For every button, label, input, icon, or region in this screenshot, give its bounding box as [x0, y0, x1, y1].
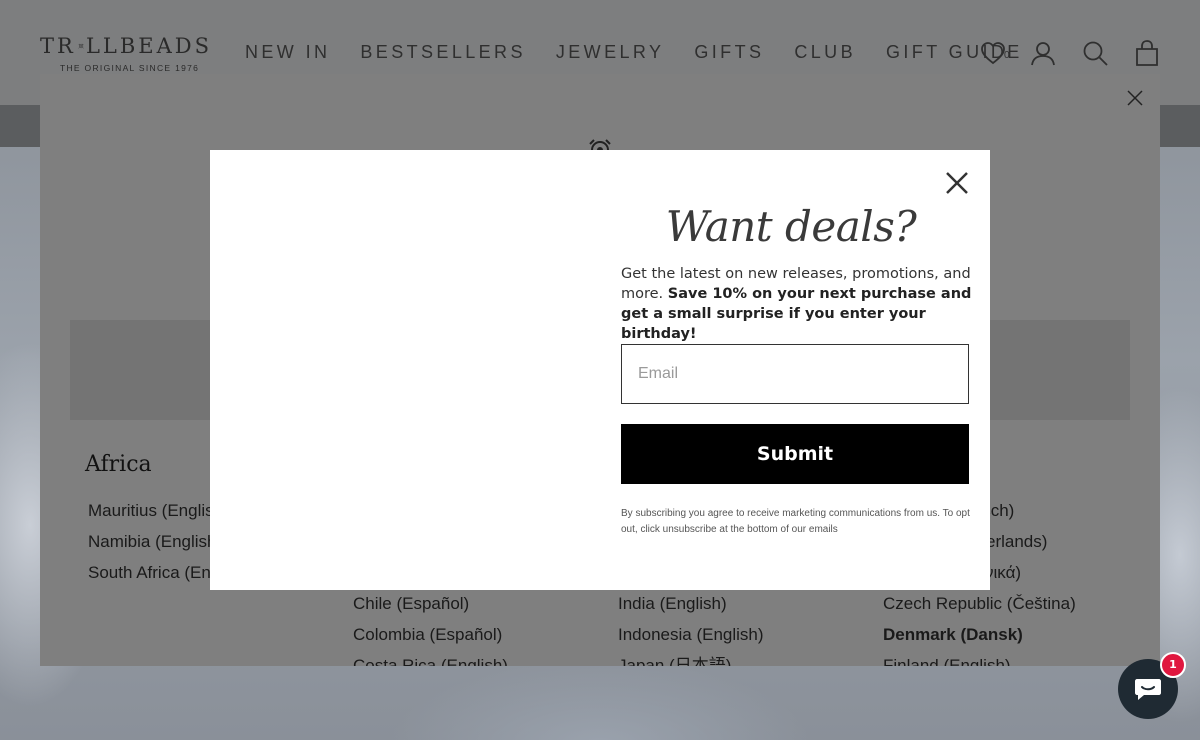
country-link[interactable]: Czech Republic (Čeština): [883, 593, 1076, 624]
brand-name-left: TR: [40, 34, 76, 58]
country-link[interactable]: Japan (日本語): [618, 655, 764, 666]
region-heading-africa: Africa: [85, 452, 152, 477]
brand-logo[interactable]: TR LLBEADS THE ORIGINAL SINCE 1976: [40, 34, 212, 74]
search-icon[interactable]: [1081, 39, 1109, 67]
popup-description-bold: Save 10% on your next purchase and get a…: [621, 286, 972, 342]
heart-icon[interactable]: [979, 39, 1007, 67]
popup-description: Get the latest on new releases, promotio…: [621, 264, 981, 344]
country-column-2: Chile (Español) Colombia (Español) Costa…: [353, 593, 508, 666]
chat-bubble-icon: [1135, 679, 1161, 700]
country-link[interactable]: Indonesia (English): [618, 624, 764, 655]
wishlist-count: 0: [1004, 50, 1010, 61]
popup-title: Want deals?: [665, 202, 917, 251]
brand-wordmark: TR LLBEADS: [40, 34, 212, 58]
country-link[interactable]: Costa Rica (English): [353, 655, 508, 666]
country-link[interactable]: Finland (English): [883, 655, 1076, 666]
main-nav: NEW IN BESTSELLERS JEWELRY GIFTS CLUB GI…: [245, 42, 1053, 63]
troll-emblem-icon: [78, 43, 84, 49]
nav-item-club[interactable]: CLUB: [794, 42, 856, 63]
close-icon[interactable]: [942, 168, 972, 198]
country-column-3: India (English) Indonesia (English) Japa…: [618, 593, 764, 666]
brand-tagline: THE ORIGINAL SINCE 1976: [60, 63, 200, 73]
cart-icon[interactable]: [1133, 39, 1161, 67]
country-link[interactable]: India (English): [618, 593, 764, 624]
legal-disclaimer: By subscribing you agree to receive mark…: [621, 508, 970, 535]
brand-name-right: LLBEADS: [85, 34, 212, 58]
newsletter-popup: Want deals? Get the latest on new releas…: [210, 150, 990, 590]
country-link-selected[interactable]: Denmark (Dansk): [883, 624, 1076, 655]
nav-item-jewelry[interactable]: JEWELRY: [556, 42, 665, 63]
region-close-icon[interactable]: [1125, 88, 1145, 108]
chat-notification-badge: 1: [1160, 652, 1186, 678]
country-link[interactable]: Colombia (Español): [353, 624, 508, 655]
country-link[interactable]: Chile (Español): [353, 593, 508, 624]
submit-button[interactable]: Submit: [621, 424, 969, 484]
nav-item-gifts[interactable]: GIFTS: [694, 42, 764, 63]
nav-item-bestsellers[interactable]: BESTSELLERS: [360, 42, 525, 63]
email-field[interactable]: [621, 344, 969, 404]
account-icon[interactable]: [1029, 39, 1057, 67]
nav-item-new-in[interactable]: NEW IN: [245, 42, 330, 63]
